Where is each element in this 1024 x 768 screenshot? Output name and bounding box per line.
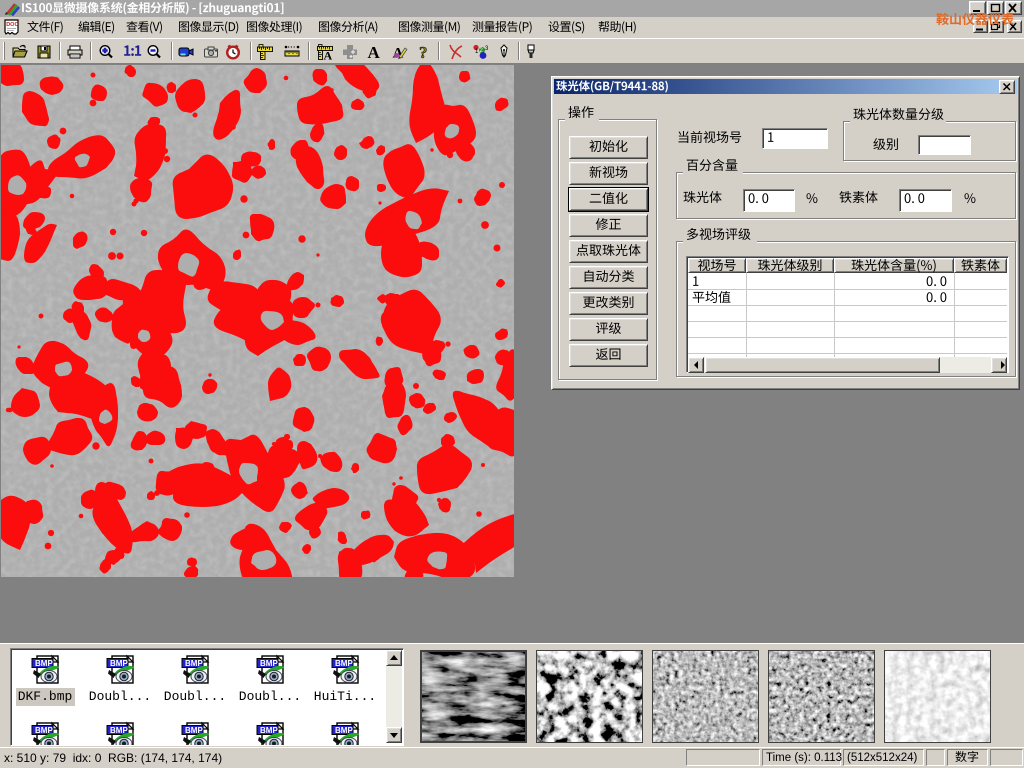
svg-text:A: A: [368, 43, 381, 62]
svg-text:A: A: [324, 49, 333, 63]
svg-text:?: ?: [419, 43, 428, 62]
svg-text:3: 3: [485, 46, 489, 52]
svg-text:1: 1: [475, 49, 479, 55]
